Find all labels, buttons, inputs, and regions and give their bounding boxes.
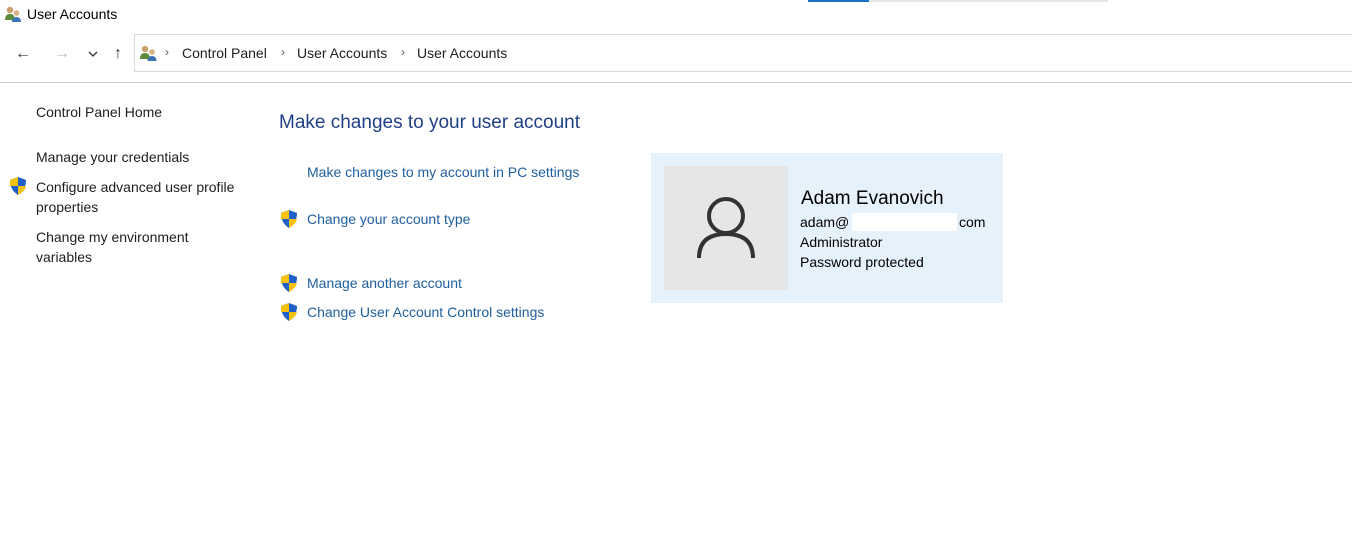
avatar — [664, 166, 788, 290]
chevron-down-icon — [88, 51, 98, 57]
breadcrumb-item-control-panel[interactable]: Control Panel — [182, 45, 267, 61]
sidebar-item-control-panel-home[interactable]: Control Panel Home — [36, 102, 162, 122]
breadcrumb-separator[interactable]: › — [281, 45, 285, 59]
arrow-right-icon: → — [54, 45, 70, 62]
user-silhouette-icon — [697, 197, 755, 259]
user-accounts-icon — [4, 5, 22, 23]
user-accounts-icon — [138, 44, 158, 62]
title-bar — [0, 0, 1352, 30]
account-email-suffix: com — [959, 214, 986, 230]
email-redaction-box — [852, 213, 957, 231]
account-status: Password protected — [800, 254, 924, 270]
title-strip-accent — [808, 0, 869, 2]
arrow-left-icon: ← — [15, 45, 31, 62]
breadcrumb-item-user-accounts[interactable]: User Accounts — [297, 45, 387, 61]
window-title: User Accounts — [27, 6, 118, 22]
account-name: Adam Evanovich — [801, 188, 944, 209]
account-email-prefix: adam@ — [800, 214, 850, 230]
uac-shield-icon — [8, 176, 28, 196]
task-link-pc-settings[interactable]: Make changes to my account in PC setting… — [307, 164, 579, 180]
sidebar-item-advanced-profile[interactable]: Configure advanced user profile properti… — [36, 177, 236, 217]
recent-locations-button[interactable] — [82, 42, 104, 66]
uac-shield-icon — [279, 273, 299, 293]
breadcrumb-separator[interactable]: › — [401, 45, 405, 59]
page-title: Make changes to your user account — [279, 112, 581, 133]
sidebar-item-environment-variables[interactable]: Change my environment variables — [36, 227, 236, 267]
account-role: Administrator — [800, 234, 883, 250]
arrow-up-icon: ↑ — [114, 45, 122, 62]
breadcrumb-item-user-accounts-current[interactable]: User Accounts — [417, 45, 507, 61]
uac-shield-icon — [279, 302, 299, 322]
task-link-change-account-type[interactable]: Change your account type — [307, 211, 470, 227]
back-button[interactable]: ← — [12, 42, 34, 66]
up-button[interactable]: ↑ — [107, 42, 129, 66]
forward-button[interactable]: → — [51, 42, 73, 66]
breadcrumb-separator[interactable]: › — [165, 45, 169, 59]
sidebar-item-manage-credentials[interactable]: Manage your credentials — [36, 147, 189, 167]
uac-shield-icon — [279, 209, 299, 229]
task-link-manage-another-account[interactable]: Manage another account — [307, 275, 462, 291]
task-link-uac-settings[interactable]: Change User Account Control settings — [307, 304, 544, 320]
header-divider — [0, 82, 1352, 83]
